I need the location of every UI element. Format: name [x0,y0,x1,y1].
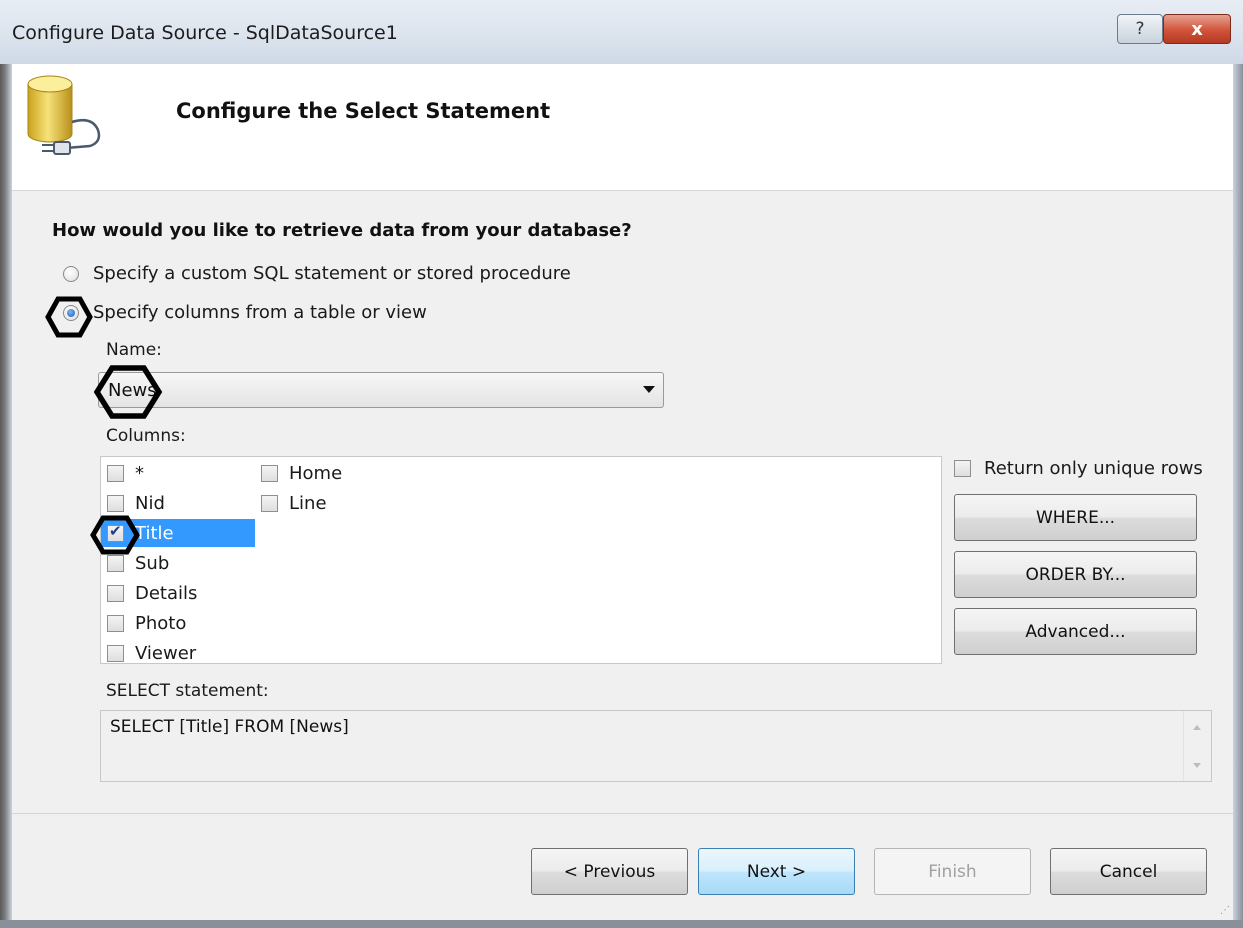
column-item-photo[interactable]: Photo [107,609,186,637]
window-frame-bottom [0,920,1243,928]
column-item-star[interactable]: * [107,459,144,487]
footer-separator [12,813,1233,814]
help-icon: ? [1135,19,1145,39]
resize-grip-icon[interactable]: ⋰ [1220,905,1230,916]
custom-sql-radio[interactable] [63,266,79,282]
cancel-button[interactable]: Cancel [1050,848,1207,895]
column-label: Home [289,462,343,484]
column-label: * [135,462,144,484]
column-label: Nid [135,492,165,514]
close-button[interactable]: x [1163,14,1231,44]
column-item-nid[interactable]: Nid [107,489,165,517]
select-statement-text: SELECT [Title] FROM [News] [110,717,349,737]
column-checkbox[interactable] [261,464,278,482]
unique-rows-option[interactable]: Return only unique rows [954,458,1203,479]
scrollbar[interactable] [1183,711,1211,781]
database-plug-icon [27,75,101,155]
column-label: Details [135,582,198,604]
table-name-select[interactable]: News [98,372,664,408]
previous-button[interactable]: < Previous [531,848,688,895]
help-button[interactable]: ? [1117,14,1163,44]
window-frame-right [1233,64,1243,928]
column-checkbox[interactable] [107,584,124,602]
question-heading: How would you like to retrieve data from… [52,220,632,241]
table-view-label[interactable]: Specify columns from a table or view [93,302,427,323]
column-item-viewer[interactable]: Viewer [107,639,197,664]
column-checkbox[interactable] [107,644,124,662]
select-statement-label: SELECT statement: [106,681,269,701]
chevron-down-icon[interactable] [643,386,655,393]
column-item-home[interactable]: Home [261,459,342,487]
wizard-title: Configure the Select Statement [176,99,551,123]
annotation-hexagon [90,515,140,555]
order-by-button[interactable]: ORDER BY... [954,551,1197,598]
window-title: Configure Data Source - SqlDataSource1 [12,22,398,44]
unique-rows-label: Return only unique rows [984,458,1203,479]
scroll-up-icon[interactable] [1193,725,1201,730]
annotation-hexagon [93,365,163,419]
column-checkbox[interactable] [107,554,124,572]
wizard-header [12,64,1233,191]
advanced-button[interactable]: Advanced... [954,608,1197,655]
next-button[interactable]: Next > [698,848,855,895]
scroll-down-icon[interactable] [1193,763,1201,768]
column-checkbox[interactable] [107,614,124,632]
finish-button[interactable]: Finish [874,848,1031,895]
column-checkbox[interactable] [107,494,124,512]
column-label: Viewer [135,642,197,664]
column-label: Line [289,492,327,514]
column-label: Photo [135,612,187,634]
select-statement-box[interactable]: SELECT [Title] FROM [News] [100,710,1212,782]
columns-list[interactable]: * Nid Title Sub Details Photo Viewer Hom… [100,456,942,664]
custom-sql-label[interactable]: Specify a custom SQL statement or stored… [93,263,571,284]
window-frame-left [0,64,12,928]
name-label: Name: [106,340,162,360]
close-icon: x [1191,18,1203,40]
annotation-hexagon [45,296,93,338]
column-item-details[interactable]: Details [107,579,197,607]
unique-rows-checkbox[interactable] [954,460,971,477]
columns-label: Columns: [106,426,186,446]
column-item-line[interactable]: Line [261,489,327,517]
where-button[interactable]: WHERE... [954,494,1197,541]
column-checkbox[interactable] [107,464,124,482]
column-checkbox[interactable] [261,494,278,512]
